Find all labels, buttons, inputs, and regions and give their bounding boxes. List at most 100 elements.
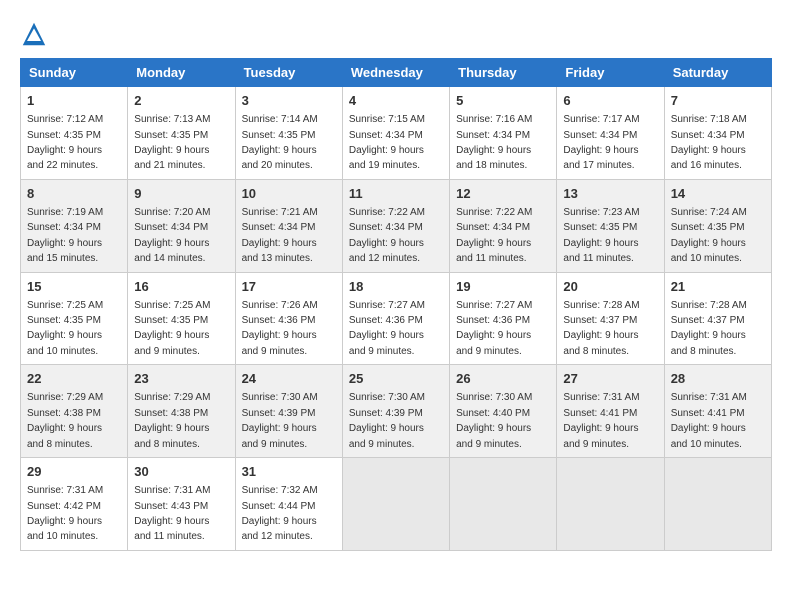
calendar-day-cell: 30 Sunrise: 7:31 AMSunset: 4:43 PMDaylig… xyxy=(128,458,235,551)
day-of-week-header: Thursday xyxy=(450,59,557,87)
day-info: Sunrise: 7:12 AMSunset: 4:35 PMDaylight:… xyxy=(27,114,103,171)
day-info: Sunrise: 7:27 AMSunset: 4:36 PMDaylight:… xyxy=(456,300,532,357)
calendar-day-cell: 15 Sunrise: 7:25 AMSunset: 4:35 PMDaylig… xyxy=(21,272,128,365)
day-info: Sunrise: 7:27 AMSunset: 4:36 PMDaylight:… xyxy=(349,300,425,357)
calendar-week-row: 8 Sunrise: 7:19 AMSunset: 4:34 PMDayligh… xyxy=(21,179,772,272)
day-info: Sunrise: 7:31 AMSunset: 4:42 PMDaylight:… xyxy=(27,485,103,542)
day-info: Sunrise: 7:30 AMSunset: 4:39 PMDaylight:… xyxy=(349,392,425,449)
day-info: Sunrise: 7:21 AMSunset: 4:34 PMDaylight:… xyxy=(242,207,318,264)
day-of-week-header: Friday xyxy=(557,59,664,87)
calendar-day-cell: 1 Sunrise: 7:12 AMSunset: 4:35 PMDayligh… xyxy=(21,87,128,180)
day-number: 19 xyxy=(456,278,550,296)
day-of-week-header: Wednesday xyxy=(342,59,449,87)
day-number: 3 xyxy=(242,92,336,110)
day-info: Sunrise: 7:17 AMSunset: 4:34 PMDaylight:… xyxy=(563,114,639,171)
day-number: 10 xyxy=(242,185,336,203)
day-number: 12 xyxy=(456,185,550,203)
calendar-day-cell: 20 Sunrise: 7:28 AMSunset: 4:37 PMDaylig… xyxy=(557,272,664,365)
day-number: 2 xyxy=(134,92,228,110)
calendar-day-cell: 13 Sunrise: 7:23 AMSunset: 4:35 PMDaylig… xyxy=(557,179,664,272)
day-number: 16 xyxy=(134,278,228,296)
calendar-day-cell xyxy=(450,458,557,551)
day-info: Sunrise: 7:28 AMSunset: 4:37 PMDaylight:… xyxy=(671,300,747,357)
calendar-day-cell: 4 Sunrise: 7:15 AMSunset: 4:34 PMDayligh… xyxy=(342,87,449,180)
calendar-table: SundayMondayTuesdayWednesdayThursdayFrid… xyxy=(20,58,772,551)
calendar-day-cell xyxy=(664,458,771,551)
day-of-week-header: Monday xyxy=(128,59,235,87)
calendar-day-cell: 16 Sunrise: 7:25 AMSunset: 4:35 PMDaylig… xyxy=(128,272,235,365)
day-info: Sunrise: 7:15 AMSunset: 4:34 PMDaylight:… xyxy=(349,114,425,171)
calendar-week-row: 15 Sunrise: 7:25 AMSunset: 4:35 PMDaylig… xyxy=(21,272,772,365)
logo xyxy=(20,20,52,48)
day-number: 30 xyxy=(134,463,228,481)
day-number: 20 xyxy=(563,278,657,296)
calendar-week-row: 29 Sunrise: 7:31 AMSunset: 4:42 PMDaylig… xyxy=(21,458,772,551)
day-info: Sunrise: 7:19 AMSunset: 4:34 PMDaylight:… xyxy=(27,207,103,264)
day-number: 22 xyxy=(27,370,121,388)
day-info: Sunrise: 7:28 AMSunset: 4:37 PMDaylight:… xyxy=(563,300,639,357)
day-info: Sunrise: 7:18 AMSunset: 4:34 PMDaylight:… xyxy=(671,114,747,171)
day-number: 6 xyxy=(563,92,657,110)
day-number: 27 xyxy=(563,370,657,388)
day-info: Sunrise: 7:22 AMSunset: 4:34 PMDaylight:… xyxy=(456,207,532,264)
day-info: Sunrise: 7:31 AMSunset: 4:43 PMDaylight:… xyxy=(134,485,210,542)
calendar-day-cell: 11 Sunrise: 7:22 AMSunset: 4:34 PMDaylig… xyxy=(342,179,449,272)
day-info: Sunrise: 7:32 AMSunset: 4:44 PMDaylight:… xyxy=(242,485,318,542)
calendar-day-cell: 27 Sunrise: 7:31 AMSunset: 4:41 PMDaylig… xyxy=(557,365,664,458)
calendar-day-cell: 9 Sunrise: 7:20 AMSunset: 4:34 PMDayligh… xyxy=(128,179,235,272)
calendar-day-cell: 8 Sunrise: 7:19 AMSunset: 4:34 PMDayligh… xyxy=(21,179,128,272)
day-info: Sunrise: 7:23 AMSunset: 4:35 PMDaylight:… xyxy=(563,207,639,264)
page-header xyxy=(20,20,772,48)
calendar-day-cell: 26 Sunrise: 7:30 AMSunset: 4:40 PMDaylig… xyxy=(450,365,557,458)
calendar-day-cell: 25 Sunrise: 7:30 AMSunset: 4:39 PMDaylig… xyxy=(342,365,449,458)
calendar-header-row: SundayMondayTuesdayWednesdayThursdayFrid… xyxy=(21,59,772,87)
day-number: 18 xyxy=(349,278,443,296)
day-number: 26 xyxy=(456,370,550,388)
day-number: 23 xyxy=(134,370,228,388)
calendar-day-cell xyxy=(342,458,449,551)
calendar-day-cell: 24 Sunrise: 7:30 AMSunset: 4:39 PMDaylig… xyxy=(235,365,342,458)
calendar-week-row: 1 Sunrise: 7:12 AMSunset: 4:35 PMDayligh… xyxy=(21,87,772,180)
calendar-day-cell: 28 Sunrise: 7:31 AMSunset: 4:41 PMDaylig… xyxy=(664,365,771,458)
day-info: Sunrise: 7:31 AMSunset: 4:41 PMDaylight:… xyxy=(671,392,747,449)
day-number: 15 xyxy=(27,278,121,296)
day-info: Sunrise: 7:25 AMSunset: 4:35 PMDaylight:… xyxy=(27,300,103,357)
day-number: 13 xyxy=(563,185,657,203)
calendar-day-cell: 31 Sunrise: 7:32 AMSunset: 4:44 PMDaylig… xyxy=(235,458,342,551)
day-number: 29 xyxy=(27,463,121,481)
calendar-day-cell: 18 Sunrise: 7:27 AMSunset: 4:36 PMDaylig… xyxy=(342,272,449,365)
day-number: 8 xyxy=(27,185,121,203)
day-number: 5 xyxy=(456,92,550,110)
day-number: 11 xyxy=(349,185,443,203)
calendar-day-cell: 7 Sunrise: 7:18 AMSunset: 4:34 PMDayligh… xyxy=(664,87,771,180)
day-info: Sunrise: 7:30 AMSunset: 4:39 PMDaylight:… xyxy=(242,392,318,449)
day-number: 31 xyxy=(242,463,336,481)
day-info: Sunrise: 7:26 AMSunset: 4:36 PMDaylight:… xyxy=(242,300,318,357)
day-info: Sunrise: 7:14 AMSunset: 4:35 PMDaylight:… xyxy=(242,114,318,171)
day-info: Sunrise: 7:29 AMSunset: 4:38 PMDaylight:… xyxy=(134,392,210,449)
day-number: 24 xyxy=(242,370,336,388)
day-info: Sunrise: 7:31 AMSunset: 4:41 PMDaylight:… xyxy=(563,392,639,449)
day-of-week-header: Saturday xyxy=(664,59,771,87)
calendar-day-cell: 22 Sunrise: 7:29 AMSunset: 4:38 PMDaylig… xyxy=(21,365,128,458)
calendar-day-cell: 14 Sunrise: 7:24 AMSunset: 4:35 PMDaylig… xyxy=(664,179,771,272)
calendar-day-cell: 5 Sunrise: 7:16 AMSunset: 4:34 PMDayligh… xyxy=(450,87,557,180)
calendar-day-cell: 23 Sunrise: 7:29 AMSunset: 4:38 PMDaylig… xyxy=(128,365,235,458)
calendar-day-cell: 3 Sunrise: 7:14 AMSunset: 4:35 PMDayligh… xyxy=(235,87,342,180)
day-number: 9 xyxy=(134,185,228,203)
day-number: 14 xyxy=(671,185,765,203)
calendar-day-cell: 17 Sunrise: 7:26 AMSunset: 4:36 PMDaylig… xyxy=(235,272,342,365)
calendar-day-cell xyxy=(557,458,664,551)
calendar-day-cell: 10 Sunrise: 7:21 AMSunset: 4:34 PMDaylig… xyxy=(235,179,342,272)
calendar-day-cell: 19 Sunrise: 7:27 AMSunset: 4:36 PMDaylig… xyxy=(450,272,557,365)
day-number: 21 xyxy=(671,278,765,296)
day-number: 4 xyxy=(349,92,443,110)
day-info: Sunrise: 7:13 AMSunset: 4:35 PMDaylight:… xyxy=(134,114,210,171)
day-info: Sunrise: 7:24 AMSunset: 4:35 PMDaylight:… xyxy=(671,207,747,264)
day-number: 17 xyxy=(242,278,336,296)
day-info: Sunrise: 7:20 AMSunset: 4:34 PMDaylight:… xyxy=(134,207,210,264)
calendar-day-cell: 29 Sunrise: 7:31 AMSunset: 4:42 PMDaylig… xyxy=(21,458,128,551)
day-info: Sunrise: 7:29 AMSunset: 4:38 PMDaylight:… xyxy=(27,392,103,449)
logo-icon xyxy=(20,20,48,48)
day-number: 28 xyxy=(671,370,765,388)
